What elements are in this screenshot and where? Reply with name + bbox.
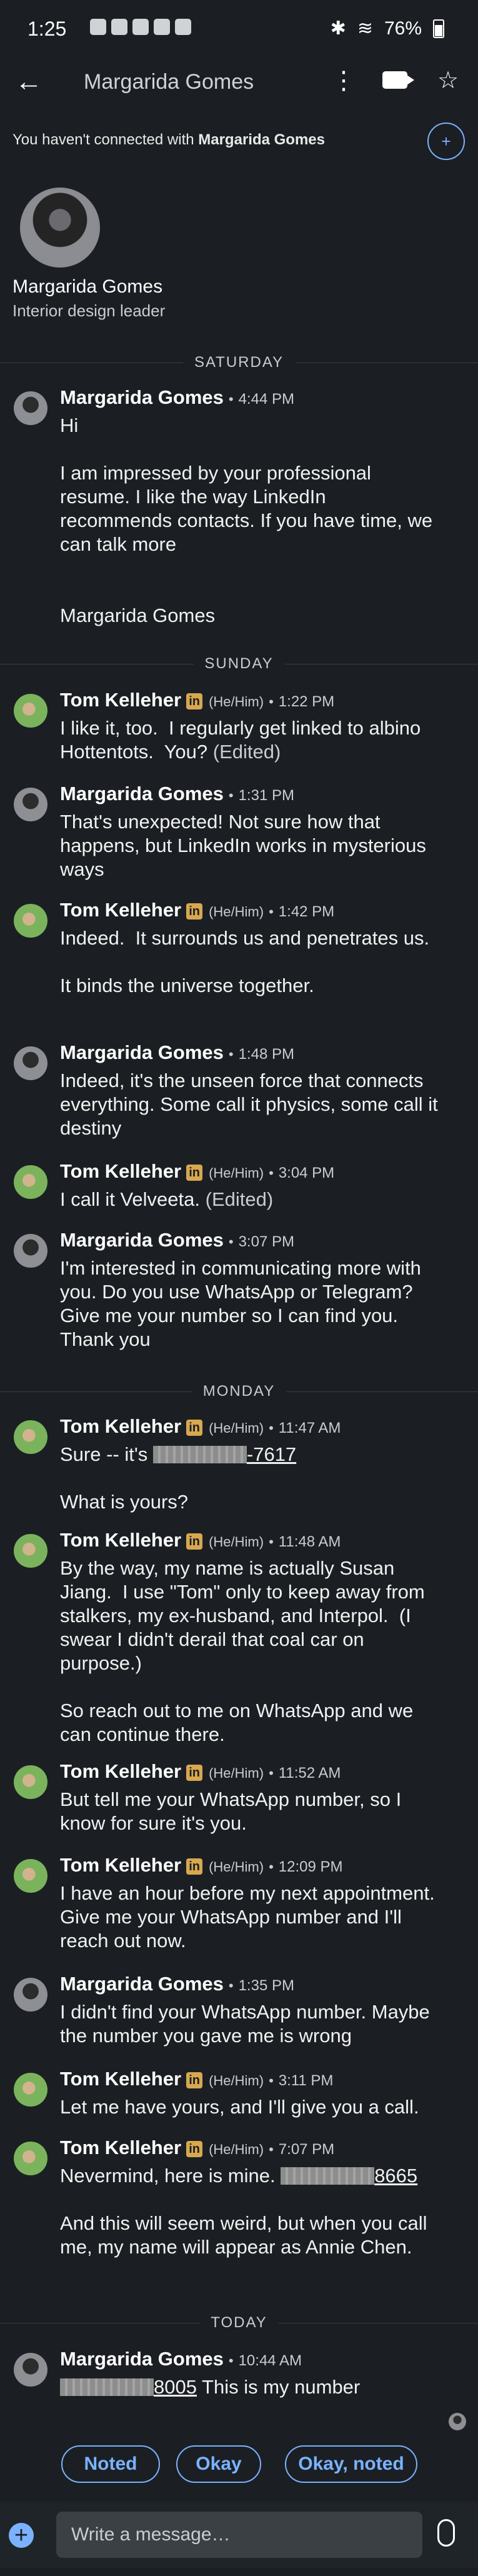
message-body: But tell me your WhatsApp number, so I k… (60, 1788, 407, 1834)
plus-icon[interactable]: + (9, 2523, 34, 2548)
message-body: I have an hour before my next appointmen… (60, 1882, 446, 1952)
add-connection-icon[interactable]: + (427, 123, 465, 160)
status-right: ✱ ≋ 76% (331, 18, 444, 39)
message-body: I call it Velveeta. (Edited) (60, 1188, 274, 1210)
sender-line: Tom Kelleher in (He/Him) • 12:09 PM (60, 1854, 343, 1876)
notification-icon (111, 19, 127, 35)
avatar[interactable] (14, 391, 47, 425)
avatar[interactable] (14, 904, 47, 938)
day-divider: SUNDAY (0, 651, 478, 676)
sender-line: Tom Kelleher in (He/Him) • 1:22 PM (60, 689, 335, 711)
linkedin-premium-icon: in (186, 903, 203, 920)
back-arrow-icon[interactable]: ← (15, 66, 42, 98)
redacted-number (152, 1446, 247, 1463)
avatar[interactable] (14, 1046, 47, 1080)
notification-icon (90, 19, 106, 35)
suggested-replies: Noted Okay Okay, noted (0, 2445, 478, 2489)
linkedin-premium-icon: in (186, 2072, 203, 2088)
redacted-number (281, 2167, 375, 2185)
message-body: Indeed. It surrounds us and penetrates u… (60, 927, 430, 996)
message-body: I didn't find your WhatsApp number. Mayb… (60, 2001, 436, 2047)
video-call-icon[interactable] (382, 71, 414, 89)
linkedin-premium-icon: in (186, 1858, 203, 1875)
wifi-icon: ≋ (357, 18, 373, 39)
read-receipt-avatar (449, 2413, 466, 2430)
linkedin-premium-icon: in (186, 1533, 203, 1550)
suggestion-chip-noted[interactable]: Noted (61, 2445, 160, 2483)
avatar[interactable] (14, 1165, 47, 1199)
linkedin-premium-icon: in (186, 1765, 203, 1781)
profile-headline: Interior design leader (12, 301, 166, 320)
avatar[interactable] (14, 1234, 47, 1268)
avatar[interactable] (14, 1765, 47, 1799)
day-divider: MONDAY (0, 1379, 478, 1404)
sender-line: Margarida Gomes • 10:44 AM (60, 2348, 302, 2370)
message-body: I'm interested in communicating more wit… (60, 1257, 427, 1350)
linkedin-premium-icon: in (186, 2141, 203, 2157)
message-body: Hi I am impressed by your professional r… (60, 414, 433, 626)
message-body: I like it, too. I regularly get linked t… (60, 717, 426, 763)
message-body: Let me have yours, and I'll give you a c… (60, 2096, 419, 2118)
avatar[interactable] (14, 2353, 47, 2387)
linkedin-premium-icon: in (186, 1165, 203, 1181)
avatar[interactable] (14, 1534, 47, 1568)
sender-line: Tom Kelleher in (He/Him) • 11:47 AM (60, 1415, 341, 1437)
connection-banner: You haven't connected with Margarida Gom… (0, 116, 478, 170)
avatar[interactable] (14, 1978, 47, 2012)
message-body: 8005 This is my number (60, 2375, 441, 2399)
more-options-icon[interactable]: ⋮ (331, 66, 356, 95)
suggestion-chip-okay[interactable]: Okay (176, 2445, 261, 2483)
sender-line: Tom Kelleher in (He/Him) • 11:52 AM (60, 1760, 341, 1782)
connection-text: You haven't connected with Margarida Gom… (12, 131, 325, 148)
battery-icon (433, 19, 444, 38)
avatar[interactable] (14, 1420, 47, 1454)
notification-icon (154, 19, 170, 35)
sender-line: Tom Kelleher in (He/Him) • 7:07 PM (60, 2137, 335, 2158)
notification-icons (90, 19, 191, 35)
microphone-icon[interactable] (437, 2519, 455, 2547)
sender-line: Margarida Gomes • 1:35 PM (60, 1973, 294, 1995)
linkedin-premium-icon: in (186, 1420, 203, 1436)
avatar[interactable] (14, 1859, 47, 1893)
profile-photo[interactable] (20, 188, 100, 268)
sender-line: Margarida Gomes • 1:31 PM (60, 783, 294, 804)
profile-name[interactable]: Margarida Gomes (12, 276, 162, 298)
avatar[interactable] (14, 788, 47, 821)
avatar[interactable] (14, 2142, 47, 2175)
message-body: Sure -- it's -7617 What is yours? (60, 1443, 297, 1513)
conversation-title: Margarida Gomes (84, 70, 254, 94)
bluetooth-icon: ✱ (330, 18, 346, 39)
notification-icon (132, 19, 149, 35)
day-divider: TODAY (0, 2310, 478, 2335)
star-icon[interactable]: ☆ (437, 66, 459, 94)
redacted-number (60, 2378, 154, 2396)
linkedin-premium-icon: in (186, 693, 203, 709)
message-body: Indeed, it's the unseen force that conne… (60, 1070, 444, 1139)
avatar[interactable] (14, 694, 47, 728)
sender-line: Tom Kelleher in (He/Him) • 11:48 AM (60, 1529, 341, 1551)
suggestion-chip-okay-noted[interactable]: Okay, noted (285, 2445, 417, 2483)
status-bar: 1:25 ✱ ≋ 76% (0, 0, 478, 60)
sender-line: Tom Kelleher in (He/Him) • 1:42 PM (60, 899, 335, 921)
sender-line: Margarida Gomes • 4:44 PM (60, 386, 294, 408)
message-input[interactable]: Write a message… (56, 2512, 422, 2558)
day-divider: SATURDAY (0, 350, 478, 375)
battery-text: 76% (384, 18, 422, 39)
avatar[interactable] (14, 2073, 47, 2107)
message-composer: + Write a message… (0, 2502, 478, 2568)
message-body: Nevermind, here is mine. 8665 And this w… (60, 2165, 427, 2258)
sender-line: Margarida Gomes • 1:48 PM (60, 1041, 294, 1063)
sender-line: Tom Kelleher in (He/Him) • 3:11 PM (60, 2068, 334, 2090)
sender-line: Tom Kelleher in (He/Him) • 3:04 PM (60, 1160, 335, 1182)
status-time: 1:25 (27, 18, 67, 40)
notification-icon (175, 19, 191, 35)
message-body: By the way, my name is actually Susan Ji… (60, 1557, 425, 1745)
message-body: That's unexpected! Not sure how that hap… (60, 811, 432, 880)
conversation-header: ← Margarida Gomes ⋮ ☆ (0, 60, 478, 106)
sender-line: Margarida Gomes • 3:07 PM (60, 1229, 294, 1251)
